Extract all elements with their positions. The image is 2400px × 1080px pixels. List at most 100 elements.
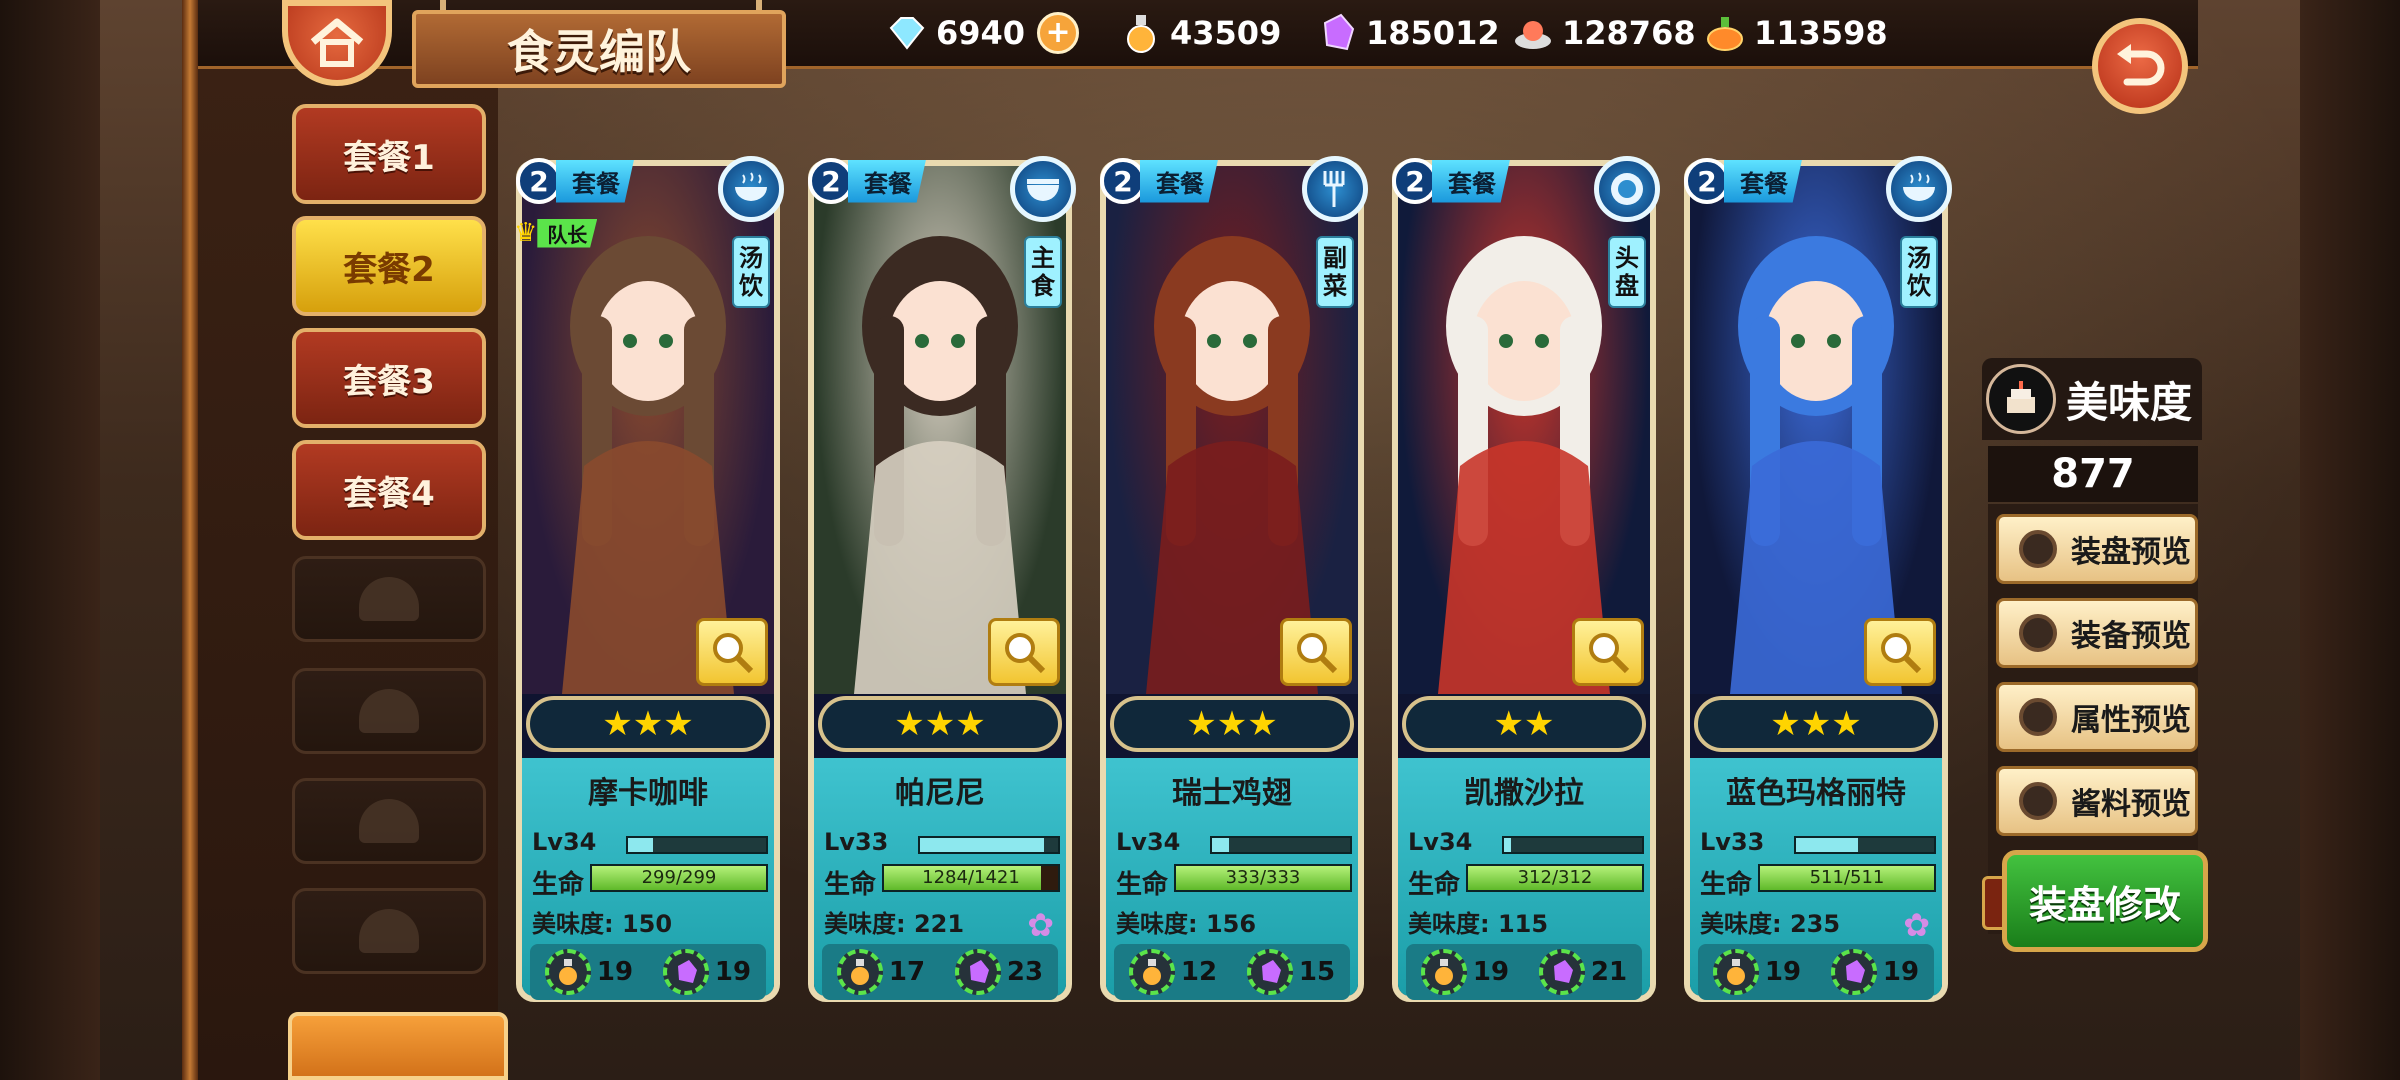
character-name: 帕尼尼	[895, 776, 985, 811]
oil-flask-icon	[836, 949, 883, 995]
oil-flask-icon	[1712, 949, 1759, 995]
hp-label: 生命	[532, 870, 585, 900]
taste-value: 美味度: 235	[1700, 910, 1841, 938]
back-button[interactable]	[2092, 18, 2188, 114]
sauce-preview-button[interactable]: 酱料预览	[1996, 766, 2198, 836]
inspect-button[interactable]	[1280, 618, 1352, 686]
flower-icon: ✿	[1027, 906, 1054, 944]
page-title: 食灵编队	[412, 10, 786, 88]
frame-edge	[182, 0, 198, 1080]
food-soul-card[interactable]: 2 套餐 主食 ★★★ 帕尼尼 Lv33 生命 1284/1421 美味度: 2…	[808, 156, 1076, 1002]
plating-preview-button[interactable]: 装盘预览	[1996, 514, 2198, 584]
locked-slot[interactable]	[292, 778, 486, 864]
crystal-cost: 15	[1246, 949, 1335, 995]
star-rating: ★★	[1402, 696, 1646, 752]
exp-bar	[1502, 836, 1644, 854]
diamond-icon	[886, 12, 928, 54]
soup-icon	[718, 156, 784, 222]
cloche-icon	[359, 689, 419, 733]
taste-label: 美味度	[2066, 377, 2193, 427]
level-label: Lv33	[824, 828, 889, 856]
crystal-icon	[1830, 949, 1877, 995]
exp-bar	[1794, 836, 1936, 854]
attribute-preview-label: 属性预览	[2071, 703, 2191, 738]
diamond-count: 6940	[936, 14, 1026, 52]
add-diamond-button[interactable]: +	[1037, 12, 1080, 54]
inspect-button[interactable]	[1572, 618, 1644, 686]
star-rating: ★★★	[1110, 696, 1354, 752]
set-tag: 2 套餐	[1684, 156, 1802, 206]
equipment-preview-button[interactable]: 装备预览	[1996, 598, 2198, 668]
oil-cost: 12	[1128, 949, 1217, 995]
soup-icon	[1886, 156, 1952, 222]
modify-plating-button[interactable]: 装盘修改	[2002, 850, 2208, 952]
crystal-icon	[1538, 949, 1585, 995]
taste-header: 美味度	[1982, 358, 2202, 440]
food-soul-card[interactable]: 2 套餐 汤饮 ★★★ 蓝色玛格丽特 Lv33 生命 511/511 美味度: …	[1684, 156, 1952, 1002]
locked-slot[interactable]	[292, 888, 486, 974]
card-info: 蓝色玛格丽特 Lv33 生命 511/511 美味度: 235 ✿ 19 19	[1690, 758, 1942, 1000]
radio-icon	[2019, 698, 2057, 736]
magnifier-icon	[1589, 633, 1630, 674]
hp-bar: 333/333	[1174, 864, 1352, 892]
crystal-icon	[1316, 12, 1358, 54]
character-name: 蓝色玛格丽特	[1726, 776, 1906, 811]
tab-set-3[interactable]: 套餐3	[292, 328, 486, 428]
food-soul-card[interactable]: 2 套餐 汤饮 ♛ 队长 ★★★ 摩卡咖啡 Lv34 生命 299/299 美味…	[514, 156, 784, 1002]
taste-value: 美味度: 156	[1116, 910, 1257, 938]
set-tag: 2 套餐	[1392, 156, 1510, 206]
equipment-preview-label: 装备预览	[2071, 619, 2191, 654]
bowl-icon	[1010, 156, 1076, 222]
attribute-preview-button[interactable]: 属性预览	[1996, 682, 2198, 752]
radio-icon	[2019, 530, 2057, 568]
set-tag: 2 套餐	[516, 156, 634, 206]
magnifier-icon	[1005, 633, 1046, 674]
card-info: 帕尼尼 Lv33 生命 1284/1421 美味度: 221 ✿ 17 23	[814, 758, 1066, 1000]
oil-flask-icon	[1120, 12, 1162, 54]
crystal-icon	[954, 949, 1001, 995]
taste-value: 美味度: 150	[532, 910, 673, 938]
hp-value: 312/312	[1517, 867, 1593, 888]
food-soul-card[interactable]: 2 套餐 副菜 ★★★ 瑞士鸡翅 Lv34 生命 333/333 美味度: 15…	[1100, 156, 1368, 1002]
oil-cost: 17	[836, 949, 925, 995]
resource-diamond: 6940 +	[886, 12, 1080, 54]
character-name: 瑞士鸡翅	[1172, 776, 1292, 811]
star-rating: ★★★	[818, 696, 1062, 752]
set-number: 2	[1684, 158, 1730, 204]
locked-slot[interactable]	[292, 668, 486, 754]
leader-badge: ♛ 队长	[514, 218, 598, 248]
bottom-tab[interactable]	[288, 1012, 508, 1080]
character-name: 摩卡咖啡	[588, 776, 708, 811]
exp-bar	[1210, 836, 1352, 854]
set-tag: 2 套餐	[1100, 156, 1218, 206]
hp-value: 299/299	[641, 867, 717, 888]
crystal-cost: 19	[662, 949, 751, 995]
tab-set-4[interactable]: 套餐4	[292, 440, 486, 540]
dish-type-tag: 头盘	[1608, 236, 1646, 308]
locked-slot[interactable]	[292, 556, 486, 642]
food-soul-card[interactable]: 2 套餐 头盘 ★★ 凯撒沙拉 Lv34 生命 312/312 美味度: 115…	[1392, 156, 1660, 1002]
inspect-button[interactable]	[988, 618, 1060, 686]
crystal-cost: 23	[954, 949, 1043, 995]
oil-cost: 19	[1420, 949, 1509, 995]
resource-costs: 19 19	[530, 944, 766, 1000]
tab-set-2[interactable]: 套餐2	[292, 216, 486, 316]
set-number: 2	[1100, 158, 1146, 204]
hp-label: 生命	[1116, 870, 1169, 900]
left-border	[0, 0, 100, 1080]
resource-orange: 113598	[1704, 12, 1888, 54]
card-info: 摩卡咖啡 Lv34 生命 299/299 美味度: 150 19 19	[522, 758, 774, 1000]
hp-bar: 299/299	[590, 864, 768, 892]
card-info: 凯撒沙拉 Lv34 生命 312/312 美味度: 115 19 21	[1398, 758, 1650, 1000]
hp-value: 511/511	[1809, 867, 1885, 888]
fork-icon	[1302, 156, 1368, 222]
cake-icon	[1986, 364, 2056, 434]
star-rating: ★★★	[526, 696, 770, 752]
inspect-button[interactable]	[696, 618, 768, 686]
inspect-button[interactable]	[1864, 618, 1936, 686]
character-name: 凯撒沙拉	[1464, 776, 1584, 811]
exp-bar	[626, 836, 768, 854]
return-icon	[2117, 44, 2165, 86]
tab-set-1[interactable]: 套餐1	[292, 104, 486, 204]
crystal-icon	[662, 949, 709, 995]
